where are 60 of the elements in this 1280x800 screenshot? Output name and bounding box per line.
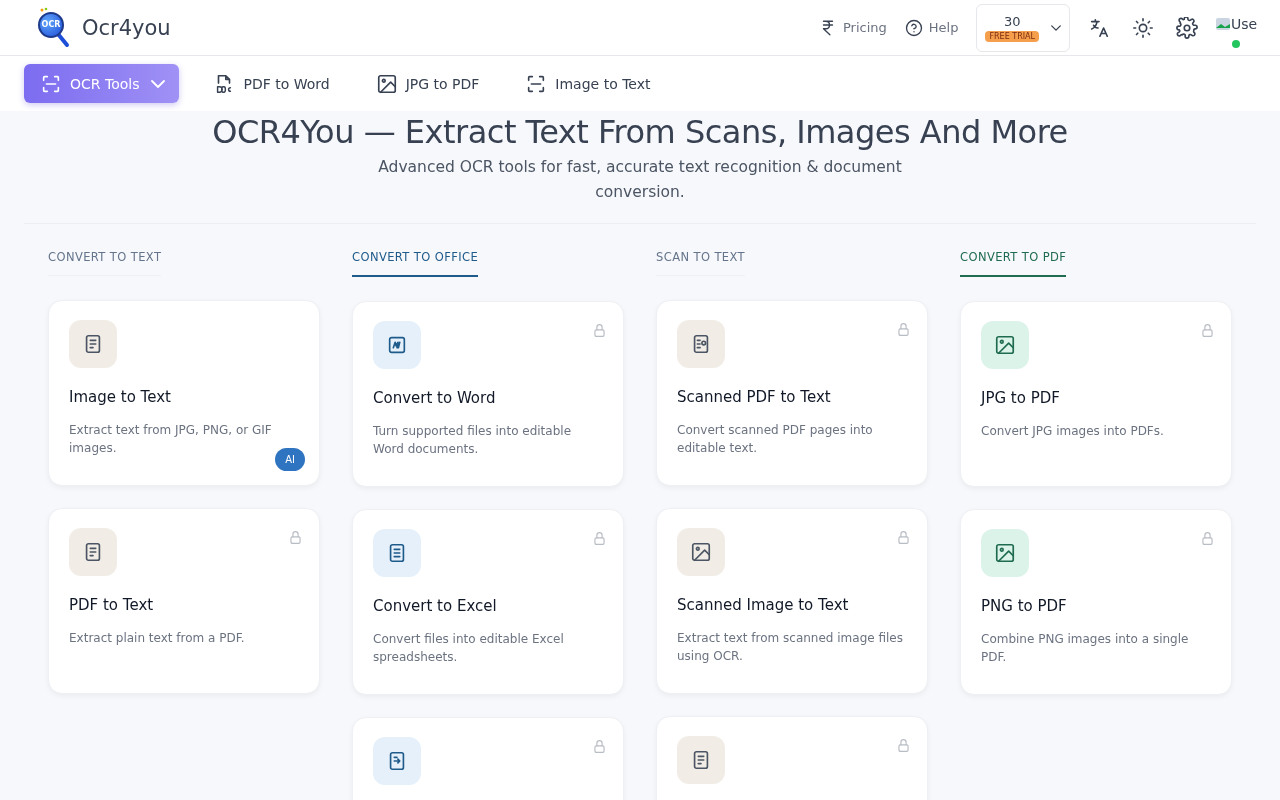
image-tile-icon xyxy=(677,528,725,576)
trial-badge: FREE TRIAL xyxy=(985,30,1039,42)
card-title: PNG to PDF xyxy=(981,597,1068,615)
category-heading: CONVERT TO TEXT xyxy=(48,250,162,276)
header-link[interactable]: Help xyxy=(904,18,959,37)
card-description: Extract text from JPG, PNG, or GIF images. xyxy=(69,422,273,457)
scanned-document-tile-icon xyxy=(677,320,725,368)
image-tile-icon xyxy=(981,529,1029,577)
chevron-icon xyxy=(1051,24,1061,31)
card-description: Combine PNG images into a single PDF. xyxy=(981,631,1190,666)
card-title: Scanned Image to Text xyxy=(677,596,850,614)
category-heading: CONVERT TO OFFICE xyxy=(352,250,479,277)
card-title: Convert to Excel xyxy=(373,597,498,615)
header-link[interactable]: Pricing xyxy=(819,18,887,37)
category-heading: SCAN TO TEXT xyxy=(656,250,745,276)
card-title: Scanned PDF to Text xyxy=(677,388,832,406)
avatar-alt-text: Use xyxy=(1230,15,1258,32)
page-subtitle: Advanced OCR tools for fast, accurate text recognition & document conversion. xyxy=(377,157,903,203)
tool-card[interactable]: Scanned PDF to Text Convert scanned PDF pages into editable text. xyxy=(656,300,928,486)
sun-icon xyxy=(1132,16,1154,39)
card-title: PDF to Text xyxy=(69,596,155,614)
nav-tab[interactable]: Image to Text xyxy=(513,64,663,103)
document-tile-icon xyxy=(69,528,117,576)
document-tile-icon xyxy=(677,736,725,784)
tool-card[interactable]: PDF to Text Extract plain text from a PDF. xyxy=(48,508,320,694)
tool-card[interactable]: Scanned Image to Text Extract text from scanned image files using OCR. xyxy=(656,508,928,694)
card-description: Extract plain text from a PDF. xyxy=(69,630,246,647)
card-description: Convert scanned PDF pages into editable text. xyxy=(677,422,874,457)
avatar-button[interactable]: Use xyxy=(1214,15,1258,32)
tool-card[interactable]: Convert to Word Turn supported files into editable Word documents. xyxy=(352,301,624,487)
tool-card[interactable]: PNG to PDF Combine PNG images into a single PDF. xyxy=(960,509,1232,695)
word-document-tile-icon xyxy=(373,321,421,369)
tool-card[interactable]: Convert to Excel Convert files into editable Excel spreadsheets. xyxy=(352,509,624,695)
card-title: Convert to Word xyxy=(373,389,497,407)
credit-count: 30 xyxy=(1003,13,1021,29)
settings-icon xyxy=(1176,16,1198,39)
ai-badge: AI xyxy=(275,448,305,471)
broken-image-icon xyxy=(1214,15,1231,32)
tool-card[interactable]: Image to Text Extract text from JPG, PNG, or GIF images. AI xyxy=(48,300,320,486)
card-description: Convert JPG images into PDFs. xyxy=(981,423,1165,440)
card-description: Extract text from scanned image files using OCR. xyxy=(677,630,904,665)
document-arrow-tile-icon xyxy=(373,737,421,785)
logo-lens: OCR xyxy=(38,11,64,38)
card-description: Turn supported files into editable Word documents. xyxy=(373,423,572,458)
nav-tab[interactable]: PDF to Word xyxy=(201,64,342,103)
category-heading: CONVERT TO PDF xyxy=(960,250,1067,277)
card-description: Convert files into editable Excel spreadsheets. xyxy=(373,631,565,666)
brand-name[interactable]: Ocr4you xyxy=(82,15,171,40)
image-tile-icon xyxy=(981,321,1029,369)
tool-card[interactable]: JPG to PDF Convert JPG images into PDFs. xyxy=(960,301,1232,487)
image-icon xyxy=(375,72,398,95)
card-title: Image to Text xyxy=(69,388,172,406)
credits-dropdown[interactable]: 30 FREE TRIAL xyxy=(976,3,1070,52)
card-title: JPG to PDF xyxy=(981,389,1061,407)
nav-tab[interactable]: JPG to PDF xyxy=(363,64,492,103)
page-title: OCR4You — Extract Text From Scans, Images And More xyxy=(211,113,1069,151)
document-tile-icon xyxy=(69,320,117,368)
help-icon xyxy=(904,18,923,37)
translate-icon xyxy=(1088,16,1110,39)
spreadsheet-tile-icon xyxy=(373,529,421,577)
